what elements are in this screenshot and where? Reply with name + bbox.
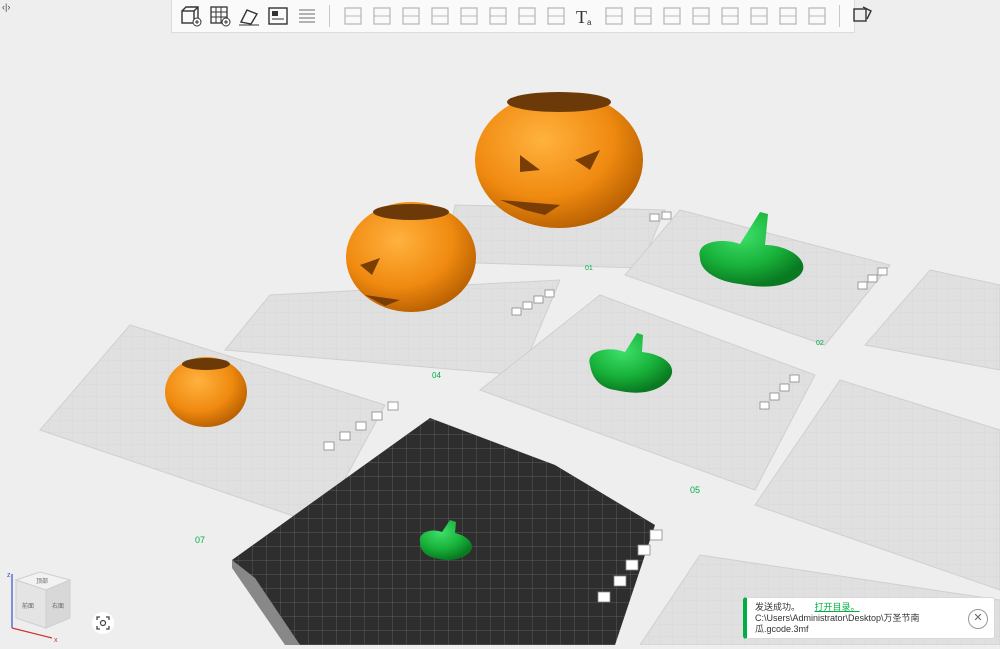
rotate-icon	[372, 7, 391, 25]
3d-viewport[interactable]: 01 02 04 05 07	[0, 0, 1000, 645]
text-icon: Ta	[576, 7, 592, 27]
variable-height-icon	[720, 7, 739, 25]
notification-toast: 发送成功。 打开目录。 C:\Users\Administrator\Deskt…	[743, 597, 995, 639]
assembly-icon	[662, 7, 681, 25]
variable-height-button[interactable]	[715, 2, 744, 31]
zoom-fit-icon	[96, 616, 110, 630]
split-objects-button[interactable]	[292, 2, 321, 31]
cut-button[interactable]	[454, 2, 483, 31]
explode-icon	[852, 6, 872, 22]
plate-03[interactable]	[864, 269, 1000, 371]
cube-front-label: 前面	[22, 602, 34, 610]
measure-icon	[633, 7, 652, 25]
toast-message: 发送成功。	[755, 602, 801, 612]
plate-label: 01	[585, 265, 593, 272]
toolbar-separator	[329, 5, 330, 27]
emboss-button[interactable]	[599, 2, 628, 31]
measure-button[interactable]	[628, 2, 657, 31]
ruler-button[interactable]	[802, 2, 831, 31]
assembly-button[interactable]	[657, 2, 686, 31]
pumpkin-large[interactable]	[475, 92, 643, 228]
cube-right-label: 右面	[52, 602, 64, 610]
add-part-icon	[180, 6, 201, 27]
boolean-icon	[488, 7, 507, 25]
move-button[interactable]	[338, 2, 367, 31]
layers-button[interactable]	[686, 2, 715, 31]
boolean-button[interactable]	[483, 2, 512, 31]
plate-label: 02	[816, 340, 824, 347]
add-part-button[interactable]	[176, 2, 205, 31]
explode-button[interactable]	[848, 2, 877, 31]
main-toolbar: Ta	[171, 0, 872, 33]
axis-x-label: x	[54, 637, 58, 644]
place-on-face-button[interactable]	[425, 2, 454, 31]
print-plate-button[interactable]	[773, 2, 802, 31]
rotate-button[interactable]	[367, 2, 396, 31]
split-objects-icon	[298, 9, 315, 23]
layers-icon	[691, 7, 710, 25]
slice-plate-icon	[749, 7, 768, 25]
print-plate-icon	[778, 7, 797, 25]
support-paint-icon	[517, 7, 536, 25]
slice-plate-button[interactable]	[744, 2, 773, 31]
auto-orient-button[interactable]	[234, 2, 263, 31]
cut-icon	[459, 7, 478, 25]
scale-button[interactable]	[396, 2, 425, 31]
arrange-icon	[267, 7, 288, 25]
toast-path: C:\Users\Administrator\Desktop\万圣节南瓜.gco…	[755, 613, 920, 634]
seam-paint-icon	[546, 7, 565, 25]
support-paint-button[interactable]	[512, 2, 541, 31]
emboss-icon	[604, 7, 623, 25]
toast-close-button[interactable]: ✕	[968, 609, 988, 629]
open-folder-link[interactable]: 打开目录。	[815, 602, 860, 612]
add-plate-icon	[209, 6, 230, 27]
plate-label: 05	[690, 485, 700, 495]
collapse-sidebar-icon[interactable]: ‹|›	[2, 2, 10, 12]
plate-label: 07	[195, 535, 205, 545]
svg-text:a: a	[587, 18, 592, 27]
add-plate-button[interactable]	[205, 2, 234, 31]
pumpkin-medium[interactable]	[346, 202, 476, 312]
text-button[interactable]: Ta	[570, 2, 599, 31]
view-cube[interactable]: z x 顶部 前面 右面	[4, 568, 82, 644]
cube-top-label: 顶部	[36, 577, 48, 585]
auto-orient-icon	[238, 9, 259, 26]
ruler-icon	[807, 7, 826, 25]
place-on-face-icon	[430, 7, 449, 25]
arrange-button[interactable]	[263, 2, 292, 31]
seam-paint-button[interactable]	[541, 2, 570, 31]
toolbar-separator	[839, 5, 840, 27]
plate-label: 04	[432, 371, 441, 380]
scale-icon	[401, 7, 420, 25]
svg-text:T: T	[576, 7, 587, 27]
pumpkin-small[interactable]	[165, 357, 247, 427]
axis-z-label: z	[7, 572, 11, 579]
move-icon	[343, 7, 362, 25]
zoom-to-fit-button[interactable]	[92, 612, 114, 634]
